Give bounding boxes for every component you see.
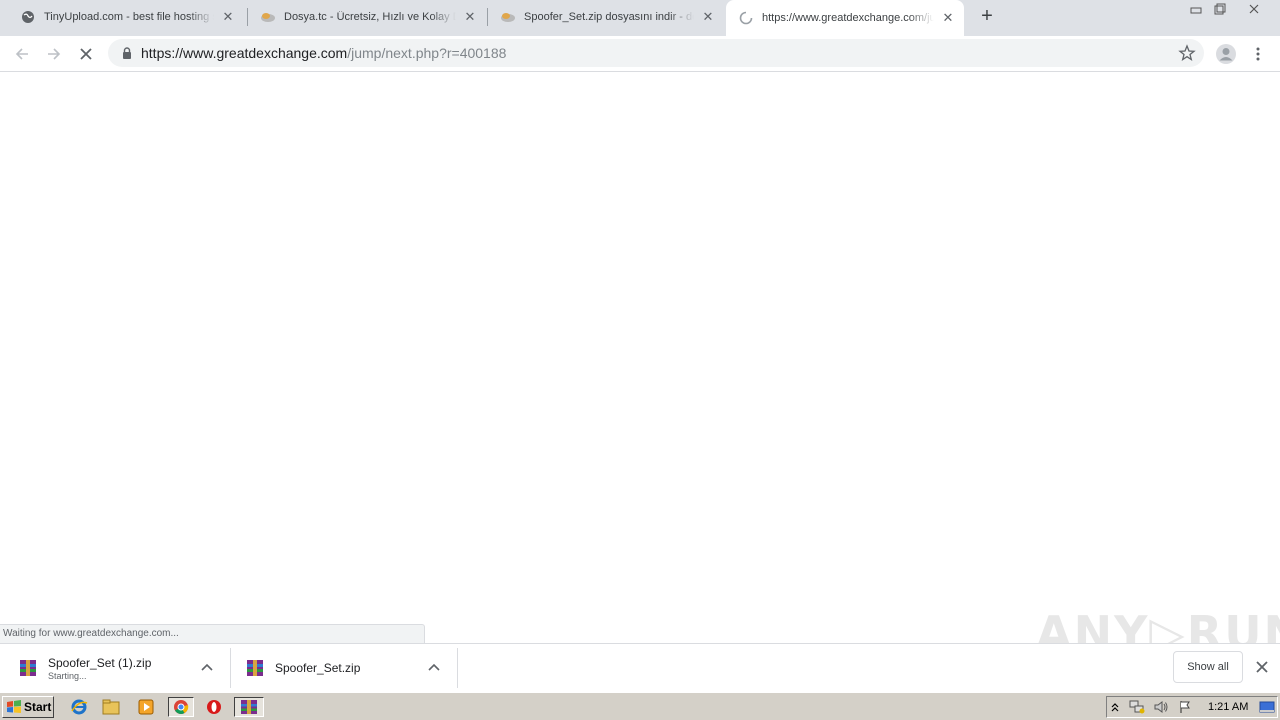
winrar-icon[interactable] <box>234 697 264 717</box>
arrow-right-icon <box>48 48 61 60</box>
close-icon[interactable]: ✕ <box>940 10 956 26</box>
media-player-icon[interactable] <box>135 697 157 717</box>
download-separator <box>230 648 231 688</box>
file-explorer-icon[interactable] <box>100 697 122 717</box>
close-icon[interactable]: ✕ <box>220 9 236 25</box>
page-content <box>0 72 1280 624</box>
stop-loading-button[interactable] <box>72 40 100 68</box>
address-bar[interactable]: https://www.greatdexchange.com/jump/next… <box>108 39 1204 67</box>
tab-title: TinyUpload.com - best file hosting solut… <box>44 11 214 23</box>
url-host: https://www.greatdexchange.com <box>141 45 348 61</box>
url-path: /jump/next.php?r=400188 <box>347 45 507 61</box>
window-close-button[interactable] <box>1240 0 1268 18</box>
tab-title: Dosya.tc - Ücretsiz, Hızlı ve Kolay Dosy… <box>284 11 456 23</box>
menu-button[interactable] <box>1244 40 1272 68</box>
status-bubble: Waiting for www.greatdexchange.com... <box>0 624 425 643</box>
tray-expand-icon[interactable] <box>1108 697 1122 717</box>
clock[interactable]: 1:21 AM <box>1208 701 1248 713</box>
close-icon[interactable]: ✕ <box>700 9 716 25</box>
tab-greatdexchange[interactable]: https://www.greatdexchange.com/jump/next… <box>726 0 964 36</box>
download-shelf: Spoofer_Set (1).zip Starting... Spoofer_… <box>0 643 1280 692</box>
dosya-icon <box>260 9 276 25</box>
download-item[interactable]: Spoofer_Set (1).zip Starting... <box>18 648 230 688</box>
lock-icon <box>123 47 131 59</box>
close-icon <box>80 48 92 60</box>
tab-title: https://www.greatdexchange.com/jump/next… <box>762 12 934 24</box>
volume-icon[interactable] <box>1150 697 1172 717</box>
tab-title: Spoofer_Set.zip dosyasını indir - downlo… <box>524 11 694 23</box>
profile-avatar[interactable] <box>1212 40 1240 68</box>
opera-icon[interactable] <box>203 697 225 717</box>
minimize-button[interactable] <box>1184 0 1208 18</box>
back-button[interactable] <box>8 40 36 68</box>
show-desktop-icon[interactable] <box>1256 697 1278 717</box>
start-button[interactable]: Start <box>2 696 54 718</box>
dosya-icon <box>500 9 516 25</box>
action-center-flag-icon[interactable] <box>1174 697 1196 717</box>
windows-taskbar: Start 1:21 AM <box>0 692 1280 720</box>
download-status: Starting... <box>48 670 87 681</box>
new-tab-button[interactable]: + <box>977 6 997 27</box>
show-all-button[interactable]: Show all <box>1173 651 1243 683</box>
browser-toolbar: https://www.greatdexchange.com/jump/next… <box>0 36 1280 72</box>
internet-explorer-icon[interactable] <box>68 697 90 717</box>
tab-tinyupload[interactable]: TinyUpload.com - best file hosting solut… <box>8 0 244 34</box>
loading-spinner-icon <box>738 10 754 26</box>
winrar-archive-icon <box>247 660 263 676</box>
tab-spoofer[interactable]: Spoofer_Set.zip dosyasını indir - downlo… <box>488 0 724 34</box>
close-icon[interactable]: ✕ <box>462 9 478 25</box>
arrow-left-icon <box>15 48 28 60</box>
close-icon[interactable] <box>1254 659 1270 675</box>
network-icon[interactable] <box>1126 697 1148 717</box>
download-separator <box>457 648 458 688</box>
url-text[interactable]: https://www.greatdexchange.com/jump/next… <box>141 45 506 61</box>
restore-button[interactable] <box>1208 0 1232 18</box>
chevron-up-icon[interactable] <box>426 660 442 676</box>
download-filename: Spoofer_Set (1).zip <box>48 655 152 670</box>
bookmark-star-icon[interactable] <box>1178 44 1196 62</box>
forward-button[interactable] <box>40 40 68 68</box>
windows-logo-icon <box>7 700 21 713</box>
chevron-up-icon[interactable] <box>199 660 215 676</box>
start-label: Start <box>24 700 52 714</box>
chrome-icon[interactable] <box>168 697 194 717</box>
avatar-icon <box>1216 44 1236 64</box>
tab-strip: TinyUpload.com - best file hosting solut… <box>0 0 1280 36</box>
winrar-archive-icon <box>20 660 36 676</box>
tab-dosya[interactable]: Dosya.tc - Ücretsiz, Hızlı ve Kolay Dosy… <box>248 0 486 34</box>
globe-icon <box>20 9 36 25</box>
kebab-menu-icon <box>1256 47 1260 61</box>
download-filename: Spoofer_Set.zip <box>275 661 361 675</box>
download-item[interactable]: Spoofer_Set.zip <box>245 648 457 688</box>
